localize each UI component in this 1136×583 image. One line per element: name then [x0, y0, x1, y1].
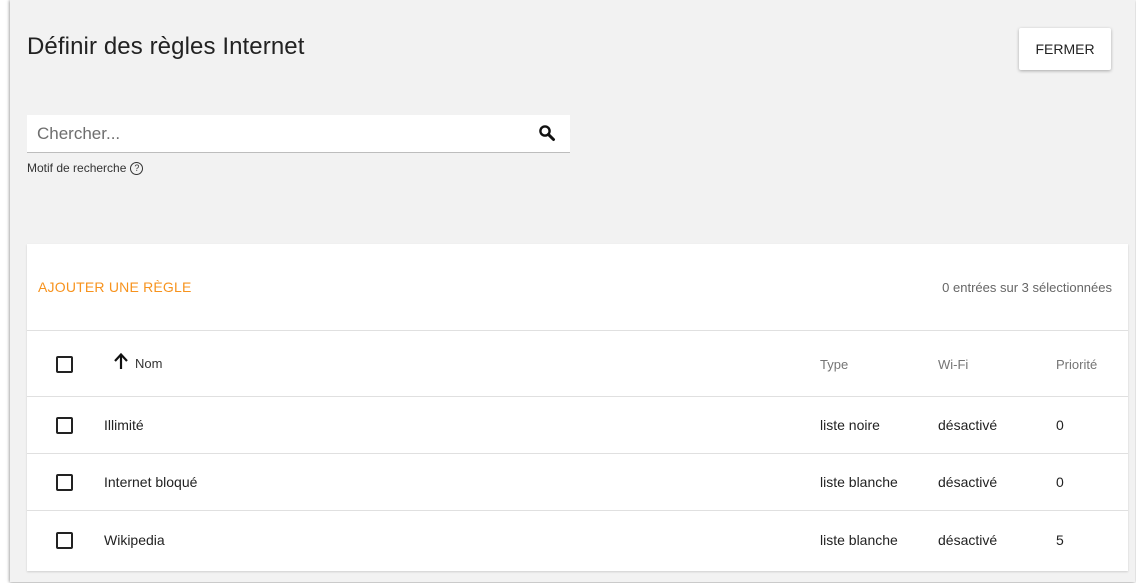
row-checkbox[interactable] — [56, 474, 73, 491]
rule-wifi: désactivé — [938, 474, 998, 490]
rule-name: Wikipedia — [104, 532, 165, 548]
add-rule-button[interactable]: AJOUTER UNE RÈGLE — [38, 279, 192, 295]
rule-type: liste blanche — [820, 532, 898, 548]
table-row[interactable]: Illimité liste noire désactivé 0 — [27, 396, 1128, 454]
rule-name: Illimité — [104, 417, 144, 433]
row-checkbox[interactable] — [56, 532, 73, 549]
rule-priority: 5 — [1056, 532, 1064, 548]
search-pattern-label: Motif de recherche — [27, 161, 127, 175]
column-header-type[interactable]: Type — [820, 357, 848, 372]
table-row[interactable]: Internet bloqué liste blanche désactivé … — [27, 453, 1128, 511]
rule-priority: 0 — [1056, 417, 1064, 433]
table-row[interactable]: Wikipedia liste blanche désactivé 5 — [27, 510, 1128, 571]
rule-priority: 0 — [1056, 474, 1064, 490]
rule-type: liste blanche — [820, 474, 898, 490]
dialog-title: Définir des règles Internet — [27, 33, 305, 60]
search-input[interactable] — [35, 121, 529, 147]
help-circle-icon[interactable]: ? — [130, 161, 144, 175]
select-all-checkbox[interactable] — [56, 356, 73, 373]
selection-count: 0 entrées sur 3 sélectionnées — [942, 280, 1112, 295]
rules-table-panel: AJOUTER UNE RÈGLE 0 entrées sur 3 sélect… — [27, 244, 1128, 571]
search-pattern-hint: Motif de recherche ? — [27, 161, 144, 175]
search-box — [27, 115, 570, 153]
column-header-priority[interactable]: Priorité — [1056, 357, 1097, 372]
rules-dialog: Définir des règles Internet FERMER Motif… — [10, 0, 1135, 582]
column-header-name[interactable]: Nom — [135, 356, 162, 371]
close-button[interactable]: FERMER — [1019, 28, 1111, 70]
rule-type: liste noire — [820, 417, 880, 433]
arrow-up-icon[interactable] — [113, 352, 129, 370]
rule-wifi: désactivé — [938, 417, 998, 433]
rule-name: Internet bloqué — [104, 474, 198, 490]
rule-wifi: désactivé — [938, 532, 998, 548]
table-header-row: Nom Type Wi-Fi Priorité — [27, 330, 1128, 397]
search-icon[interactable] — [538, 124, 556, 142]
column-header-wifi[interactable]: Wi-Fi — [938, 357, 968, 372]
row-checkbox[interactable] — [56, 417, 73, 434]
